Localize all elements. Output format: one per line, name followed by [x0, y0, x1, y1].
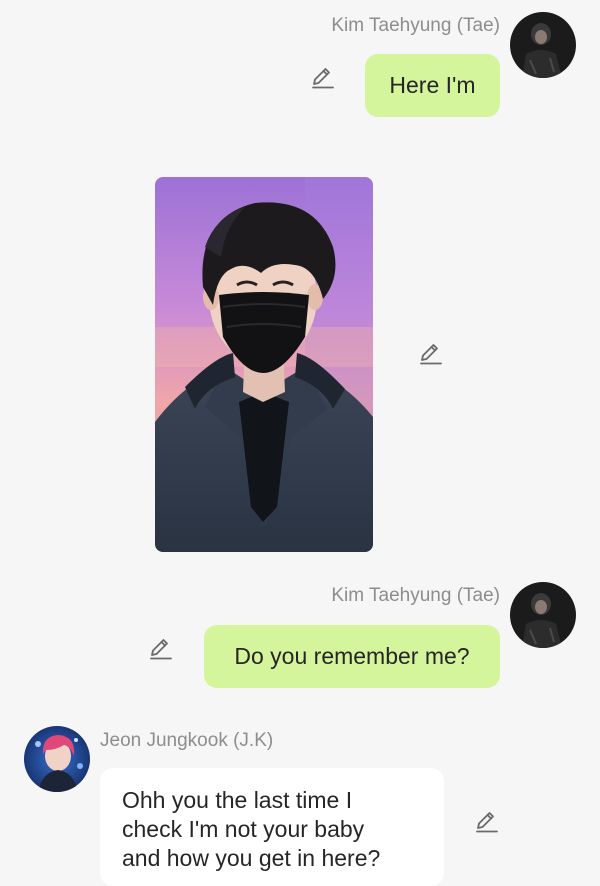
avatar-jungkook[interactable] [24, 726, 90, 792]
sender-name: Kim Taehyung (Tae) [331, 15, 500, 36]
edit-pencil-icon[interactable] [310, 65, 336, 91]
edit-pencil-icon[interactable] [418, 341, 444, 367]
message-bubble-outgoing[interactable]: Here I'm [365, 54, 500, 117]
avatar-taehyung[interactable] [510, 12, 576, 78]
message-text-line: and how you get in here? [122, 845, 381, 871]
message-text-line: Ohh you the last time I [122, 787, 353, 813]
message-text: Here I'm [389, 72, 476, 98]
sender-name: Jeon Jungkook (J.K) [100, 730, 274, 751]
sender-name: Kim Taehyung (Tae) [331, 585, 500, 606]
message-text-line: check I'm not your baby [122, 816, 365, 842]
message-image[interactable] [155, 177, 373, 552]
message-bubble-outgoing[interactable]: Do you remember me? [204, 625, 500, 688]
message-bubble-incoming[interactable]: Ohh you the last time I check I'm not yo… [100, 768, 444, 886]
edit-pencil-icon[interactable] [474, 809, 500, 835]
message-text: Do you remember me? [234, 643, 470, 669]
edit-pencil-icon[interactable] [148, 636, 174, 662]
avatar-taehyung[interactable] [510, 582, 576, 648]
